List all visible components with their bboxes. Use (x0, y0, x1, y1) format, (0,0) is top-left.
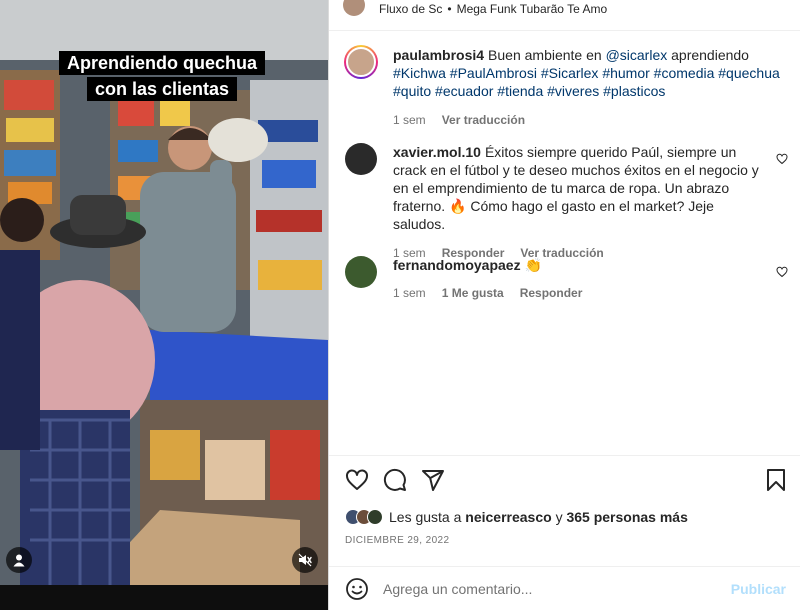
add-comment-bar: Publicar (329, 566, 800, 610)
comment-username[interactable]: xavier.mol.10 (393, 144, 481, 160)
emoji-icon[interactable] (345, 577, 369, 601)
heart-icon[interactable] (776, 153, 788, 165)
caption-time[interactable]: 1 sem (393, 113, 426, 127)
tagged-users-button[interactable] (6, 547, 32, 573)
likes-user[interactable]: neicerreasco (465, 509, 551, 525)
speaker-muted-icon (298, 553, 312, 567)
bookmark-icon[interactable] (764, 468, 788, 492)
caption-text-before: Buen ambiente en (488, 47, 606, 63)
user-icon (13, 554, 25, 567)
actions-divider (329, 455, 800, 456)
comment-item: xavier.mol.10 Éxitos siempre querido Paúl… (345, 143, 788, 260)
heart-icon[interactable] (776, 266, 788, 278)
likes-others[interactable]: 365 personas más (566, 509, 687, 525)
post-side-panel: Fluxo de Sc • Mega Funk Tubarão Te Amo p… (329, 0, 800, 610)
comment-input[interactable] (383, 580, 731, 597)
video-caption: Aprendiendo quechua con las clientas (50, 50, 274, 102)
likes-middle: y (551, 509, 567, 525)
caption-username[interactable]: paulambrosi4 (393, 47, 484, 63)
action-bar (345, 468, 788, 494)
video-caption-line-1: Aprendiendo quechua (58, 51, 265, 75)
caption-mention[interactable]: @sicarlex (606, 47, 668, 63)
comment-item: fernandomoyapaez 👏 1 sem 1 Me gusta Respo… (345, 256, 788, 300)
comment-time[interactable]: 1 sem (393, 286, 426, 300)
audio-attribution: Fluxo de Sc • Mega Funk Tubarão Te Amo (343, 0, 607, 18)
audio-separator: • (447, 2, 452, 16)
video-caption-line-2: con las clientas (86, 77, 238, 101)
likes-summary: Les gusta a neicerreasco y 365 personas … (345, 506, 688, 528)
comment-text: 👏 (524, 257, 543, 273)
post-date[interactable]: DICIEMBRE 29, 2022 (345, 535, 449, 546)
comment-avatar[interactable] (345, 143, 377, 175)
header-divider (329, 30, 800, 31)
caption-hashtags[interactable]: #Kichwa #PaulAmbrosi #Sicarlex #humor #c… (393, 65, 780, 99)
post-caption: paulambrosi4 Buen ambiente en @sicarlex a… (344, 45, 788, 127)
heart-icon[interactable] (345, 468, 369, 492)
audio-track[interactable]: Mega Funk Tubarão Te Amo (457, 2, 608, 16)
caption-avatar[interactable] (344, 45, 378, 79)
likes-text: Les gusta a neicerreasco y 365 personas … (389, 509, 688, 525)
comment-icon[interactable] (383, 468, 407, 492)
video-bottom-bar (0, 585, 328, 610)
audio-avatar[interactable] (343, 0, 365, 16)
liker-avatar[interactable] (367, 509, 383, 525)
caption-translate-link[interactable]: Ver traducción (442, 113, 525, 127)
comment-username[interactable]: fernandomoyapaez (393, 257, 521, 273)
comment-likes[interactable]: 1 Me gusta (442, 286, 504, 300)
audio-account[interactable]: Fluxo de Sc (379, 2, 442, 16)
mute-button[interactable] (292, 547, 318, 573)
comment-avatar[interactable] (345, 256, 377, 288)
caption-text-after: aprendiendo (667, 47, 749, 63)
likes-prefix: Les gusta a (389, 509, 466, 525)
publish-button[interactable]: Publicar (731, 581, 786, 597)
comment-reply-link[interactable]: Responder (520, 286, 583, 300)
share-icon[interactable] (421, 468, 445, 492)
video-player[interactable]: Aprendiendo quechua con las clientas (0, 0, 328, 585)
